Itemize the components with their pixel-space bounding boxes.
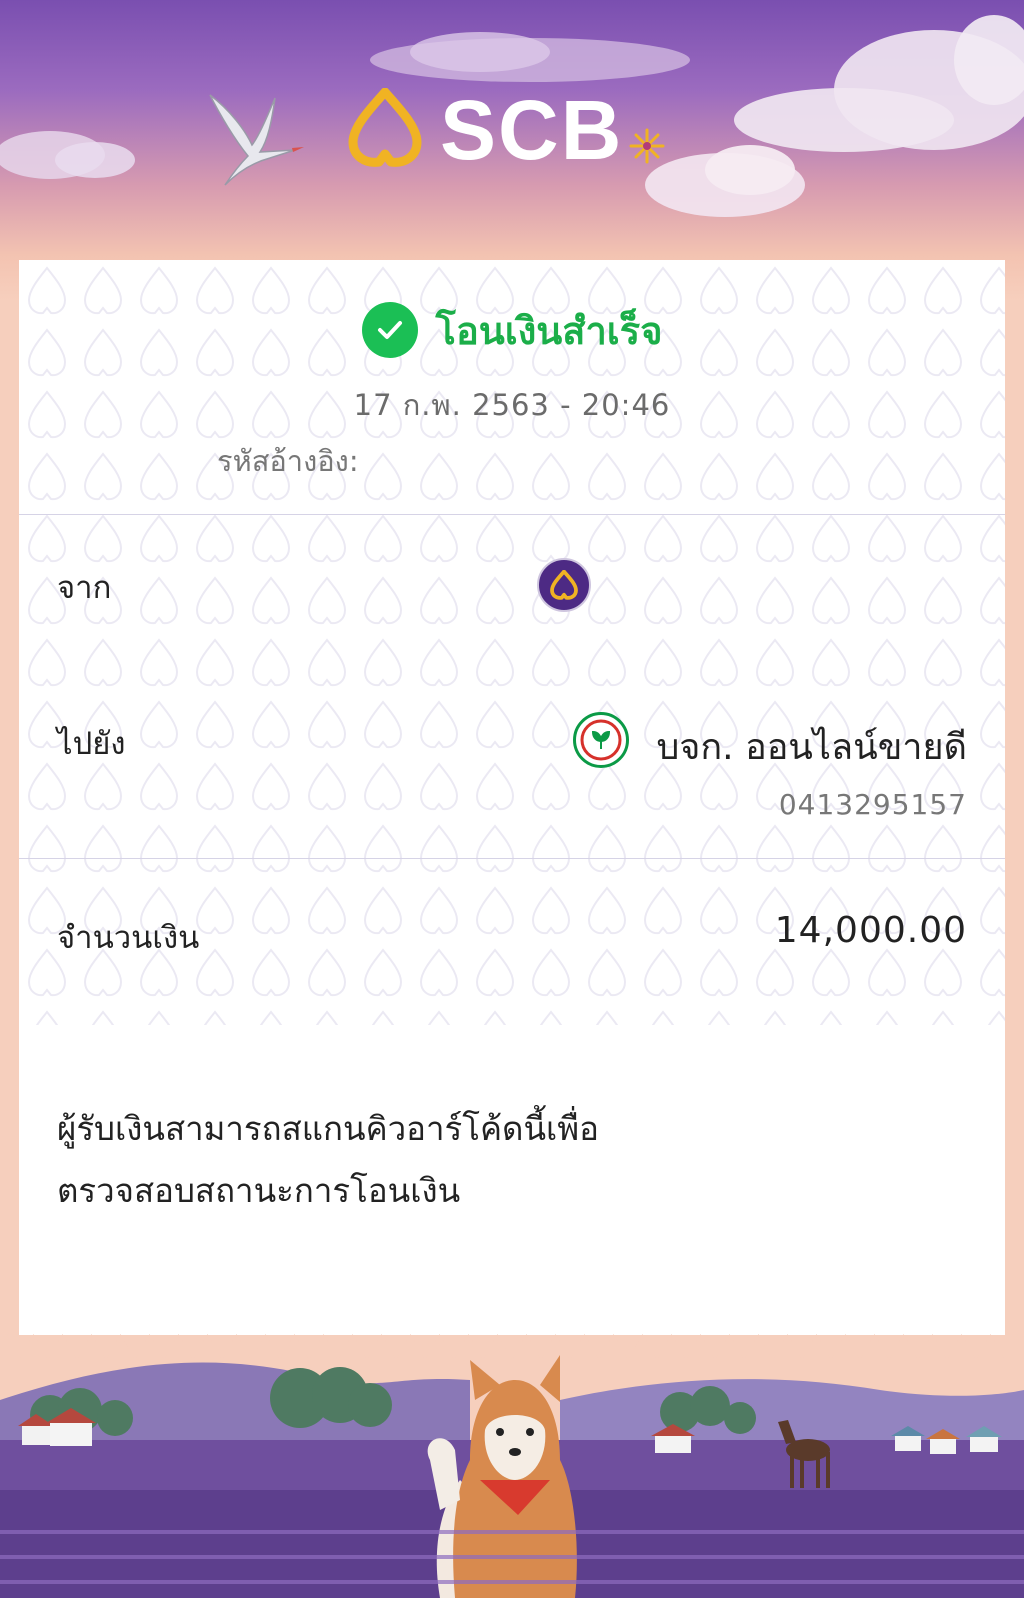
transfer-status: โอนเงินสำเร็จ — [19, 300, 1005, 360]
kbank-logo-icon — [573, 712, 629, 768]
transaction-datetime: 17 ก.พ. 2563 - 20:46 — [353, 388, 671, 422]
success-check-icon — [361, 302, 418, 358]
transfer-receipt: โอนเงินสำเร็จ 17 ก.พ. 2563 - 20:46 รหัสอ… — [19, 260, 1005, 1335]
scb-logo-icon — [348, 88, 422, 167]
brand-wordmark: SCB — [440, 83, 624, 177]
cloud-top — [370, 32, 690, 82]
qr-note-line-2: ตรวจสอบสถานะการโอนเงิน — [57, 1171, 461, 1210]
header-background: SCB — [0, 0, 1024, 300]
from-label: จาก — [57, 570, 112, 606]
recipient-name: บจก. ออนไลน์ขายดี — [656, 727, 967, 768]
divider-top — [19, 514, 1005, 515]
bird-illustration — [209, 94, 304, 186]
recipient-account-number: 0413295157 — [778, 788, 967, 821]
scb-logo: SCB — [345, 86, 675, 176]
lavender-field-illustration — [0, 1355, 1024, 1598]
amount-value: 14,000.00 — [774, 910, 967, 951]
to-label: ไปยัง — [57, 726, 126, 762]
scb-logo-icon — [537, 558, 591, 612]
cloud-left — [0, 131, 135, 179]
divider-middle — [19, 858, 1005, 859]
status-text: โอนเงินสำเร็จ — [435, 308, 663, 353]
amount-label: จำนวนเงิน — [57, 920, 200, 956]
qr-verification-note: ผู้รับเงินสามารถสแกนคิวอาร์โค้ดนี้เพื่อ … — [57, 1098, 757, 1222]
qr-note-line-1: ผู้รับเงินสามารถสแกนคิวอาร์โค้ดนี้เพื่อ — [57, 1109, 599, 1148]
reference-label: รหัสอ้างอิง: — [217, 444, 359, 478]
sparkle-icon — [629, 128, 665, 164]
